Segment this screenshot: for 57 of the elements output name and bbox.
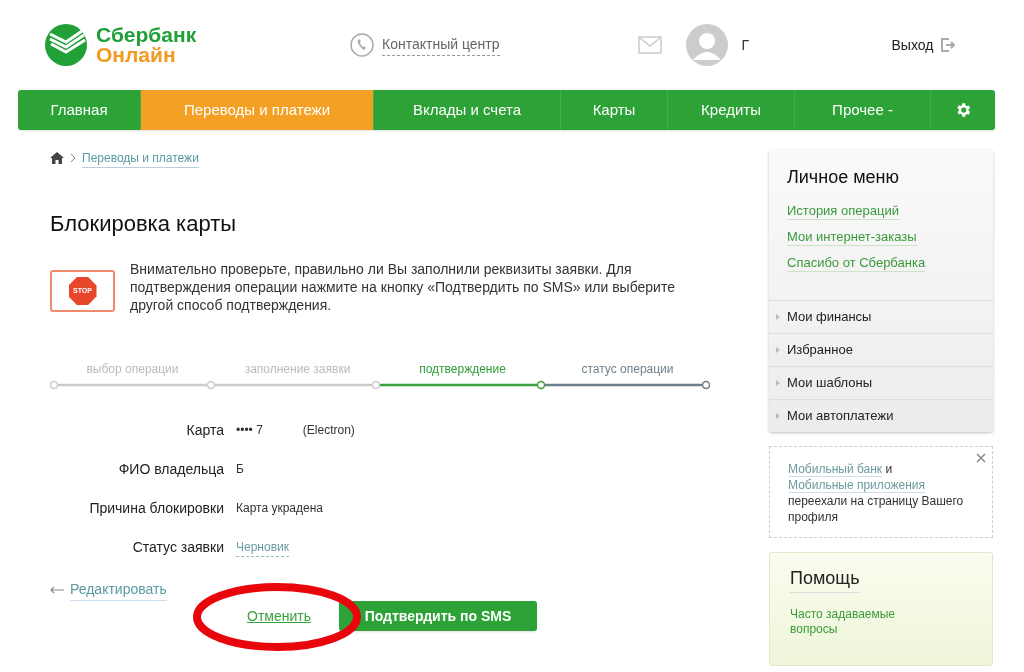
nav-tab[interactable]: Кредиты (668, 90, 795, 130)
caret-right-icon (775, 380, 781, 386)
menu-section[interactable]: Мои финансы (769, 300, 993, 333)
menu-section[interactable]: Мои шаблоны (769, 366, 993, 399)
notice-link[interactable]: Мобильные приложения (788, 478, 925, 493)
caret-right-icon (775, 347, 781, 353)
chevron-right-icon (70, 153, 76, 163)
menu-link[interactable]: История операций (787, 203, 899, 220)
field-label: ФИО владельца (117, 459, 224, 479)
home-icon[interactable] (50, 152, 64, 164)
field-label: Карта (185, 420, 224, 440)
field-label: Статус заявки (131, 537, 224, 557)
contact-center-link[interactable]: Контактный центр (382, 34, 500, 56)
logo-icon (44, 23, 88, 67)
step-label: статус операции (581, 361, 674, 378)
menu-link[interactable]: Спасибо от Сбербанка (787, 255, 926, 272)
status-link[interactable]: Черновик (236, 537, 289, 557)
faq-link[interactable]: Часто задаваемые вопросы (790, 607, 910, 637)
nav-tab[interactable]: Вклады и счета (374, 90, 561, 130)
section-label: Избранное (787, 341, 853, 360)
notice-link[interactable]: Мобильный банк (788, 462, 883, 477)
step-label: выбор операции (86, 361, 179, 378)
nav-tab[interactable]: Карты (561, 90, 668, 130)
phone-icon (350, 33, 374, 57)
field-label: Причина блокировки (88, 498, 224, 518)
step-label: заполнение заявки (244, 361, 351, 378)
field-value: •••• 7 (236, 422, 263, 439)
section-label: Мои финансы (787, 308, 872, 327)
caret-right-icon (775, 314, 781, 320)
step-label: подтверждение (419, 361, 506, 378)
section-label: Мои шаблоны (787, 374, 873, 393)
close-icon[interactable] (976, 453, 986, 463)
nav-tab[interactable]: Прочее - (795, 90, 931, 130)
nav-tab[interactable]: Переводы и платежи (141, 90, 374, 130)
user-name[interactable]: Г (741, 34, 892, 56)
page-title: Блокировка карты (50, 210, 238, 238)
cancel-link[interactable]: Отменить (247, 605, 311, 627)
card-type: (Electron) (302, 422, 355, 439)
menu-section[interactable]: Мои автоплатежи (769, 399, 993, 432)
breadcrumb-link[interactable]: Переводы и платежи (82, 148, 199, 168)
panel-title: Помощь (790, 565, 860, 593)
field-value: Б (236, 461, 244, 478)
field-value: Карта украдена (236, 500, 324, 517)
caret-right-icon (775, 413, 781, 419)
warning-text: Внимательно проверьте, правильно ли Вы заполнили реквизиты заявки. Для подтверждения операции нажмите на кнопку «Подтвердить по SMS» или выберите другой способ подтверждения. (130, 260, 676, 314)
notice-text: Мобильный банк и Мобильные приложения переехали на страницу Вашего профиля (788, 461, 965, 525)
panel-title: Личное меню (787, 166, 901, 189)
menu-link[interactable]: Мои интернет-заказы (787, 229, 917, 246)
left-arrow-icon (50, 586, 64, 594)
logo-text: Сбербанк (96, 25, 197, 45)
confirm-sms-button[interactable]: Подтвердить по SMS (339, 601, 537, 631)
logo-text: Онлайн (96, 45, 176, 65)
logout-icon[interactable] (941, 38, 956, 52)
menu-section[interactable]: Избранное (769, 333, 993, 366)
edit-link[interactable]: Редактировать (70, 579, 167, 601)
logout-link[interactable]: Выход (891, 34, 934, 56)
section-label: Мои автоплатежи (787, 407, 894, 426)
